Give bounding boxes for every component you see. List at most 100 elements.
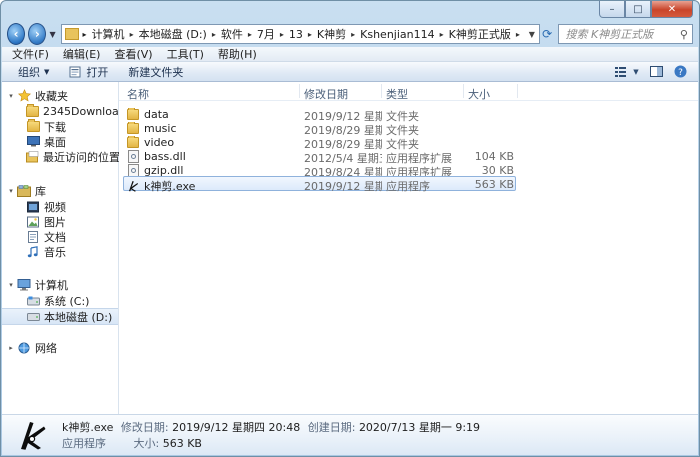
breadcrumb-item[interactable]: 13 ▸ [289, 28, 317, 41]
column-name[interactable]: 名称 [127, 86, 149, 102]
nav-computer[interactable]: ▾ 计算机 [2, 277, 118, 292]
nav-item-desktop[interactable]: 桌面 [2, 134, 118, 149]
column-divider[interactable] [299, 84, 300, 98]
breadcrumb-item[interactable]: 计算机 ▸ [92, 26, 139, 42]
nav-item-music[interactable]: 音乐 [2, 244, 118, 259]
chevron-right-icon[interactable]: ▸ [516, 30, 520, 39]
chevron-right-icon[interactable]: ▸ [280, 30, 284, 39]
folder-icon [127, 122, 139, 135]
nav-item-videos[interactable]: 视频 [2, 199, 118, 214]
nav-item-label: 下载 [44, 120, 66, 134]
recent-places-icon [26, 150, 39, 163]
chevron-down-icon[interactable]: ▼ [525, 30, 539, 39]
search-input[interactable]: 搜索 K神剪正式版 ⚲ [558, 24, 693, 44]
nav-computer-label: 计算机 [35, 278, 68, 292]
star-icon [17, 89, 31, 102]
chevron-right-icon[interactable]: ▸ [130, 30, 134, 39]
menu-help[interactable]: 帮助(H) [218, 46, 257, 62]
menu-view[interactable]: 查看(V) [114, 46, 152, 62]
column-size[interactable]: 大小 [468, 86, 490, 102]
nav-item-drive-c[interactable]: 系统 (C:) [2, 293, 118, 308]
nav-item-documents[interactable]: 文档 [2, 229, 118, 244]
folder-icon [127, 108, 139, 121]
document-library-icon [26, 230, 40, 243]
column-divider[interactable] [381, 84, 382, 98]
file-row-data[interactable]: data 2019/9/12 星期... 文件夹 [123, 106, 516, 123]
nav-item-downloads[interactable]: 下载 [2, 119, 118, 134]
menu-file[interactable]: 文件(F) [12, 46, 49, 62]
column-type[interactable]: 类型 [386, 86, 408, 102]
nav-item-drive-d[interactable]: 本地磁盘 (D:) [2, 308, 118, 325]
downloads-folder-icon [26, 119, 40, 133]
breadcrumb-item[interactable]: 本地磁盘 (D:) ▸ [139, 26, 221, 42]
breadcrumb-item[interactable]: K神剪正式版 ▸ [449, 26, 525, 42]
video-library-icon [26, 200, 40, 213]
column-divider[interactable] [463, 84, 464, 98]
forward-button[interactable]: › [28, 23, 47, 45]
minimize-button[interactable]: – [599, 1, 625, 18]
new-folder-label: 新建文件夹 [128, 65, 184, 79]
file-list: 名称 修改日期 类型 大小 data 2019/9/12 星期... 文件夹 m… [119, 82, 698, 414]
details-line-2: 应用程序 大小: 563 KB [62, 435, 206, 451]
details-filename: k神剪.exe [62, 421, 114, 434]
file-row-bass-dll[interactable]: bass.dll 2012/5/4 星期五 ... 应用程序扩展 104 KB [123, 148, 516, 165]
picture-library-icon [26, 215, 40, 228]
k-app-icon [127, 180, 139, 192]
chevron-right-icon[interactable]: ▸ [351, 30, 355, 39]
menu-edit[interactable]: 编辑(E) [63, 46, 101, 62]
view-options-icon[interactable] [614, 65, 630, 79]
details-line-1: k神剪.exe 修改日期: 2019/9/12 星期四 20:48 创建日期: … [62, 419, 484, 435]
file-row-music[interactable]: music 2019/8/29 星期... 文件夹 [123, 120, 516, 137]
nav-favorites[interactable]: ▾ 收藏夹 [2, 88, 118, 103]
new-folder-button[interactable]: 新建文件夹 [128, 64, 183, 80]
nav-libraries[interactable]: ▾ 库 [2, 183, 118, 198]
details-pane: k神剪.exe 修改日期: 2019/9/12 星期四 20:48 创建日期: … [2, 414, 698, 455]
breadcrumb-item[interactable]: Kshenjian114 ▸ [360, 28, 449, 41]
menu-tools[interactable]: 工具(T) [167, 46, 204, 62]
refresh-icon[interactable]: ⟳ [540, 27, 555, 41]
nav-favorites-label: 收藏夹 [35, 89, 68, 103]
nav-item-2345downloads[interactable]: 2345Downloads [2, 104, 131, 119]
file-row-video[interactable]: video 2019/8/29 星期... 文件夹 [123, 134, 516, 151]
recent-pages-dropdown[interactable]: ▼ [49, 30, 57, 39]
close-button[interactable]: ✕ [651, 1, 693, 18]
maximize-button[interactable]: □ [625, 1, 651, 18]
open-label: 打开 [86, 65, 109, 79]
nav-item-label: 文档 [44, 230, 66, 244]
organize-button[interactable]: 组织 ▼ [18, 64, 49, 80]
breadcrumb-item[interactable]: 7月 ▸ [257, 26, 289, 42]
expand-icon[interactable]: ▾ [6, 92, 16, 100]
breadcrumb-item[interactable]: K神剪 ▸ [317, 26, 360, 42]
library-icon [17, 184, 31, 197]
chevron-right-icon[interactable]: ▸ [308, 30, 312, 39]
caption-buttons: – □ ✕ [599, 1, 693, 18]
folder-icon [26, 104, 39, 118]
expand-icon[interactable]: ▾ [6, 187, 16, 195]
search-placeholder: 搜索 K神剪正式版 [565, 28, 654, 41]
chevron-right-icon[interactable]: ▸ [212, 30, 216, 39]
column-date-modified[interactable]: 修改日期 [304, 86, 348, 102]
expand-icon[interactable]: ▾ [6, 281, 16, 289]
file-row-k-exe[interactable]: k神剪.exe 2019/9/12 星期... 应用程序 563 KB [123, 176, 516, 193]
file-type: 应用程序 [386, 180, 430, 193]
address-bar[interactable]: ▸ 计算机 ▸ 本地磁盘 (D:) ▸ 软件 ▸ 7月 ▸ 13 ▸ K神剪 ▸ Kshen… [60, 24, 540, 44]
chevron-right-icon[interactable]: ▸ [440, 30, 444, 39]
chevron-right-icon[interactable]: ▸ [248, 30, 252, 39]
column-divider[interactable] [517, 84, 518, 98]
nav-network[interactable]: ▸ 网络 [2, 340, 118, 355]
nav-item-recent-places[interactable]: 最近访问的位置 [2, 149, 120, 164]
open-button[interactable]: 打开 [69, 64, 108, 80]
breadcrumb-item[interactable]: 软件 ▸ [221, 26, 257, 42]
search-icon[interactable]: ⚲ [680, 28, 688, 41]
file-row-gzip-dll[interactable]: gzip.dll 2019/8/24 星期... 应用程序扩展 30 KB [123, 162, 516, 179]
command-bar: 组织 ▼ 打开 新建文件夹 ▼ ? [2, 62, 698, 82]
help-icon[interactable]: ? [672, 65, 688, 79]
folder-icon [127, 136, 139, 149]
system-drive-icon [26, 294, 40, 307]
preview-pane-icon[interactable] [648, 65, 664, 79]
nav-item-pictures[interactable]: 图片 [2, 214, 118, 229]
back-button[interactable]: ‹ [7, 23, 26, 45]
chevron-right-icon[interactable]: ▸ [83, 30, 87, 39]
chevron-down-icon[interactable]: ▼ [632, 65, 640, 79]
expand-icon[interactable]: ▸ [6, 344, 16, 352]
